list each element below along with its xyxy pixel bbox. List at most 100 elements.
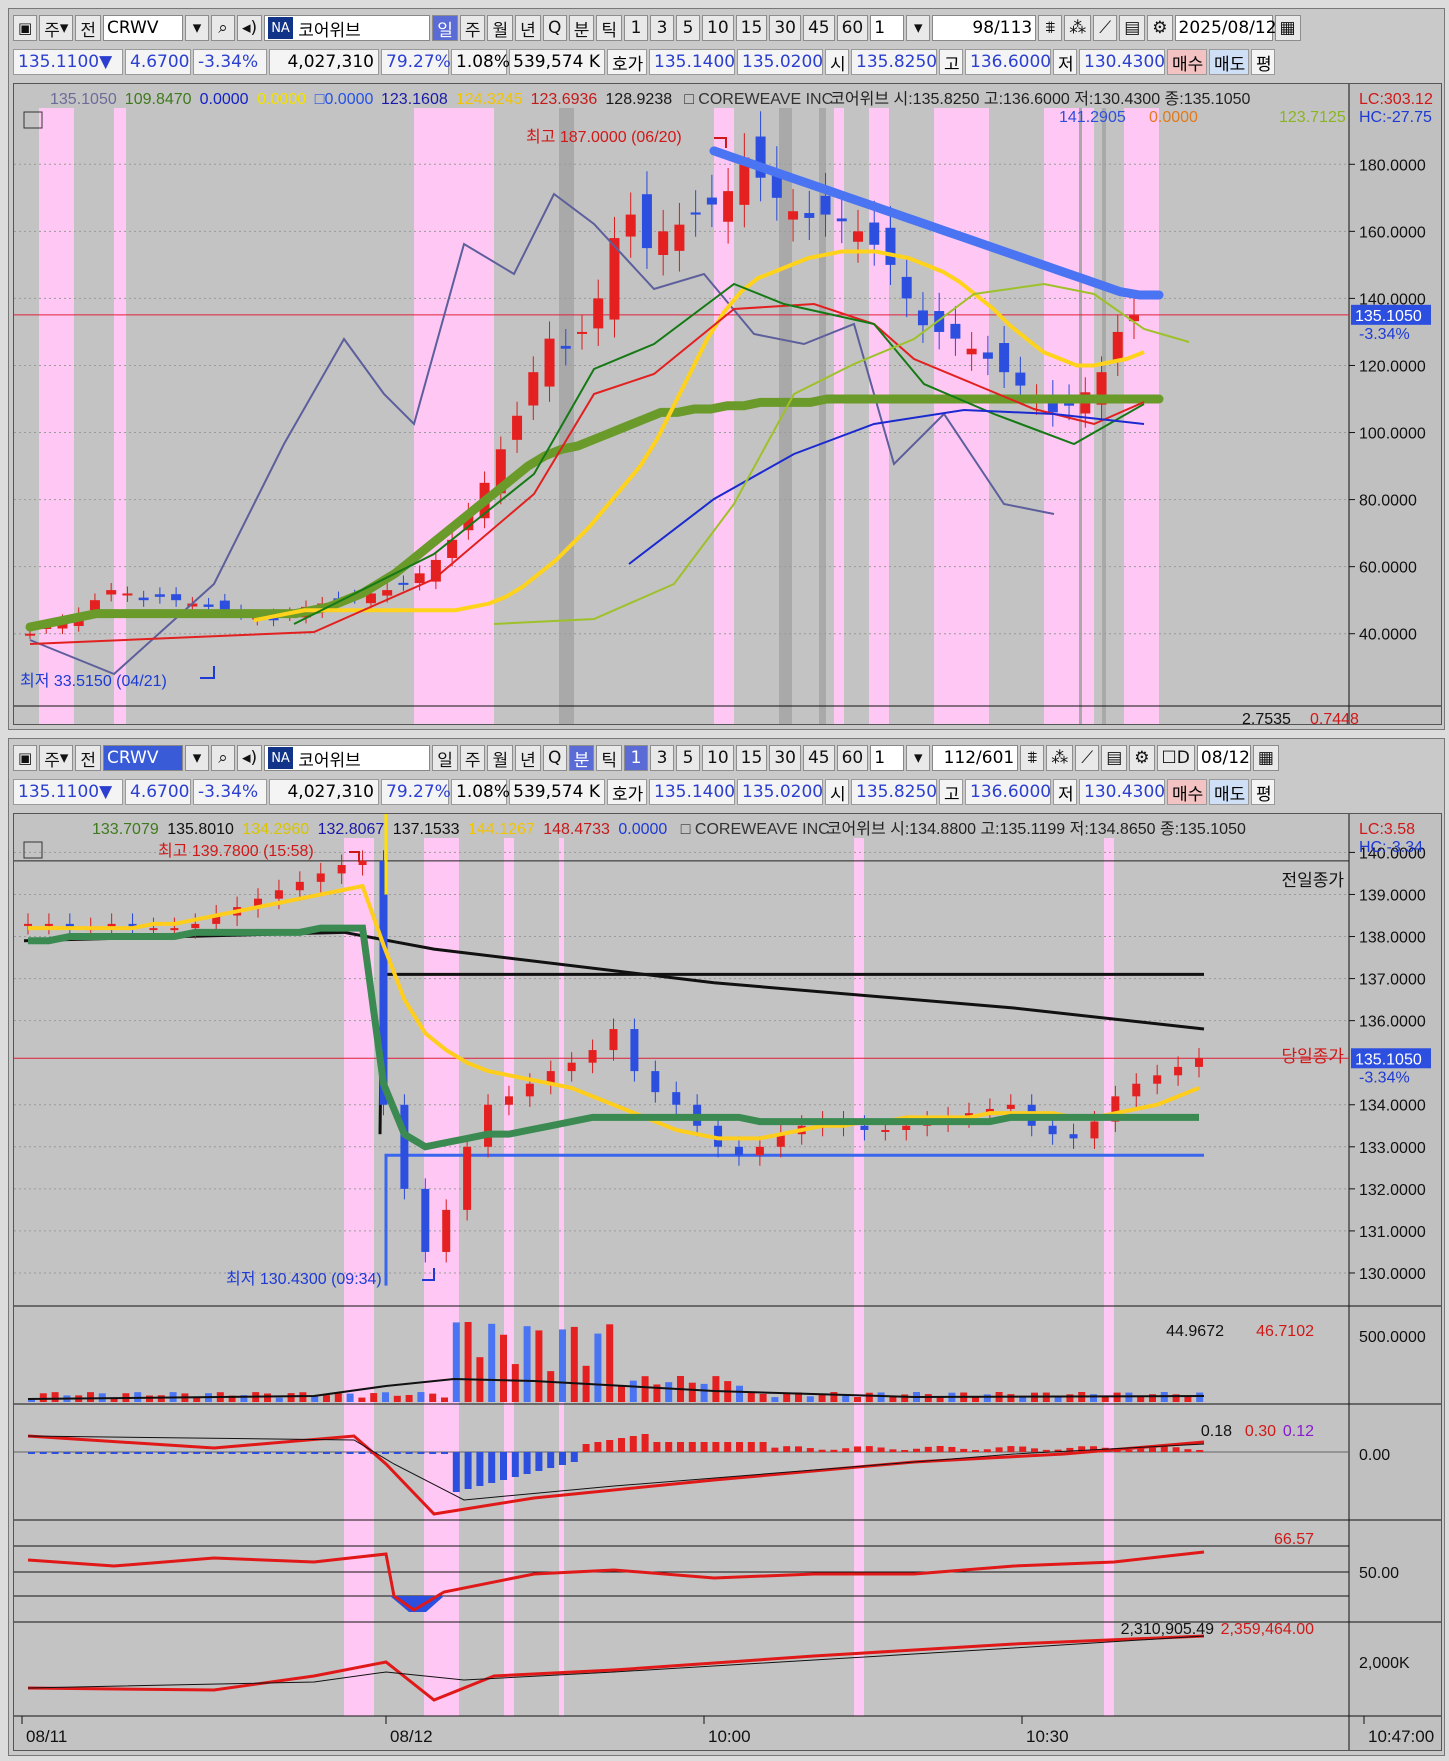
calendar-icon[interactable]: ▦ (1274, 15, 1301, 41)
minute-chart-svg[interactable]: 140.0000139.0000138.0000137.0000136.0000… (14, 814, 1442, 1751)
symbol-input[interactable]: CRWV (103, 745, 184, 771)
avg-button[interactable]: 평 (1251, 779, 1275, 805)
volume-bar (405, 1394, 413, 1402)
daily-chart-panel: ▣ 주 ▾ 전 CRWV ▾ ⌕ ◂) NA 코어위브 일 주 월 년 Q 분 틱… (8, 8, 1445, 730)
period-quarter[interactable]: Q (542, 15, 567, 41)
interval-30[interactable]: 30 (769, 15, 801, 41)
interval-input[interactable]: 1 (870, 15, 905, 41)
interval-input[interactable]: 1 (870, 745, 905, 771)
macd-histogram-bar (547, 1452, 555, 1468)
interval-60[interactable]: 60 (836, 745, 869, 771)
period-year[interactable]: 년 (515, 745, 541, 771)
save-icon[interactable]: ▤ (1119, 15, 1146, 41)
macd-histogram-bar (606, 1440, 614, 1452)
macd-histogram-bar (913, 1448, 920, 1452)
macd-histogram-bar (122, 1452, 130, 1454)
count-field[interactable]: 98/113 (932, 15, 1037, 41)
candle-body (885, 227, 896, 265)
gear-icon[interactable]: ⚙ (1129, 745, 1155, 771)
interval-3[interactable]: 3 (650, 745, 675, 771)
trend-icon[interactable]: ⟋ (1075, 745, 1100, 771)
minute-button[interactable]: 분 (568, 15, 595, 41)
tick-button[interactable]: 틱 (596, 745, 623, 771)
tick-button[interactable]: 틱 (596, 15, 623, 41)
interval-1[interactable]: 1 (624, 15, 649, 41)
type-main-select[interactable]: 주 ▾ (39, 15, 74, 41)
buy-button[interactable]: 매수 (1167, 779, 1207, 805)
search-icon[interactable]: ⌕ (211, 745, 236, 771)
macd-histogram-bar (441, 1452, 448, 1454)
minute-button[interactable]: 분 (568, 745, 595, 771)
macd-histogram-bar (181, 1452, 189, 1454)
window-icon[interactable]: ▣ (13, 15, 38, 41)
save-icon[interactable]: ▤ (1101, 745, 1128, 771)
interval-dropdown-icon[interactable]: ▾ (906, 745, 931, 771)
period-week[interactable]: 주 (459, 745, 486, 771)
date-input[interactable]: 08/12 (1196, 745, 1251, 771)
period-day[interactable]: 일 (432, 745, 458, 771)
gear-icon[interactable]: ⚙ (1147, 15, 1173, 41)
macd-histogram-bar (287, 1452, 295, 1454)
macd-value-3: 0.12 (1283, 1423, 1314, 1440)
interval-1[interactable]: 1 (624, 745, 649, 771)
daily-quote-bar: 135.1100▼ 4.6700 -3.34% 4,027,310 79.27%… (13, 47, 1440, 77)
interval-3[interactable]: 3 (650, 15, 675, 41)
date-input[interactable]: 2025/08/12 (1174, 15, 1277, 41)
sell-button[interactable]: 매도 (1209, 49, 1249, 75)
bottom-value-right: 0.7448 (1310, 711, 1359, 725)
compare-icon[interactable]: ⩨ (1020, 745, 1045, 771)
period-week[interactable]: 주 (459, 15, 486, 41)
company-field[interactable]: NA 코어위브 (264, 745, 431, 771)
candle-body (1112, 331, 1123, 360)
period-quarter[interactable]: Q (542, 745, 567, 771)
indicator-icon[interactable]: ⁂ (1064, 15, 1092, 41)
daily-chart[interactable]: 180.0000 160.0000 140.0000 120.0000 100.0000… (13, 83, 1442, 725)
interval-dropdown-icon[interactable]: ▾ (906, 15, 931, 41)
high-label: 고 (939, 779, 963, 805)
dropdown-icon[interactable]: ▾ (185, 745, 210, 771)
period-year[interactable]: 년 (515, 15, 541, 41)
candle-body (860, 1125, 869, 1130)
company-field[interactable]: NA 코어위브 (264, 15, 431, 41)
daily-chart-svg[interactable]: 180.0000160.0000140.0000120.0000100.0000… (14, 84, 1442, 725)
interval-10[interactable]: 10 (702, 745, 734, 771)
type-main-select[interactable]: 주 ▾ (39, 745, 74, 771)
minute-chart[interactable]: 140.0000 139.0000 138.0000 137.0000 136.0000… (13, 813, 1442, 1751)
legend-lc: LC:303.12 (1359, 91, 1433, 108)
calendar-icon[interactable]: ▦ (1252, 745, 1279, 771)
symbol-input[interactable]: CRWV (103, 15, 184, 41)
sell-button[interactable]: 매도 (1209, 779, 1249, 805)
volume-bar (700, 1383, 708, 1402)
dropdown-icon[interactable]: ▾ (185, 15, 210, 41)
period-month[interactable]: 월 (487, 745, 514, 771)
macd-histogram-bar (216, 1452, 224, 1454)
type-all-button[interactable]: 전 (75, 15, 102, 41)
indicator-icon[interactable]: ⁂ (1046, 745, 1074, 771)
search-icon[interactable]: ⌕ (211, 15, 236, 41)
macd-histogram-bar (417, 1452, 425, 1454)
interval-5[interactable]: 5 (676, 745, 701, 771)
type-all-button[interactable]: 전 (75, 745, 102, 771)
count-field[interactable]: 112/601 (932, 745, 1019, 771)
trend-icon[interactable]: ⟋ (1093, 15, 1118, 41)
interval-45[interactable]: 45 (802, 745, 835, 771)
avg-button[interactable]: 평 (1251, 49, 1275, 75)
interval-5[interactable]: 5 (676, 15, 701, 41)
macd-histogram-bar (323, 1452, 330, 1454)
interval-15[interactable]: 15 (735, 745, 768, 771)
candle-body (641, 194, 652, 249)
interval-60[interactable]: 60 (836, 15, 869, 41)
sound-icon[interactable]: ◂) (237, 15, 263, 41)
period-day[interactable]: 일 (432, 15, 458, 41)
interval-30[interactable]: 30 (769, 745, 801, 771)
interval-45[interactable]: 45 (802, 15, 835, 41)
macd-histogram-bar (275, 1452, 283, 1454)
window-icon[interactable]: ▣ (13, 745, 38, 771)
compare-icon[interactable]: ⩨ (1038, 15, 1063, 41)
interval-15[interactable]: 15 (735, 15, 768, 41)
period-month[interactable]: 월 (487, 15, 514, 41)
sound-icon[interactable]: ◂) (237, 745, 263, 771)
interval-10[interactable]: 10 (702, 15, 734, 41)
day-checkbox[interactable]: ☐ D (1156, 745, 1195, 771)
buy-button[interactable]: 매수 (1167, 49, 1207, 75)
